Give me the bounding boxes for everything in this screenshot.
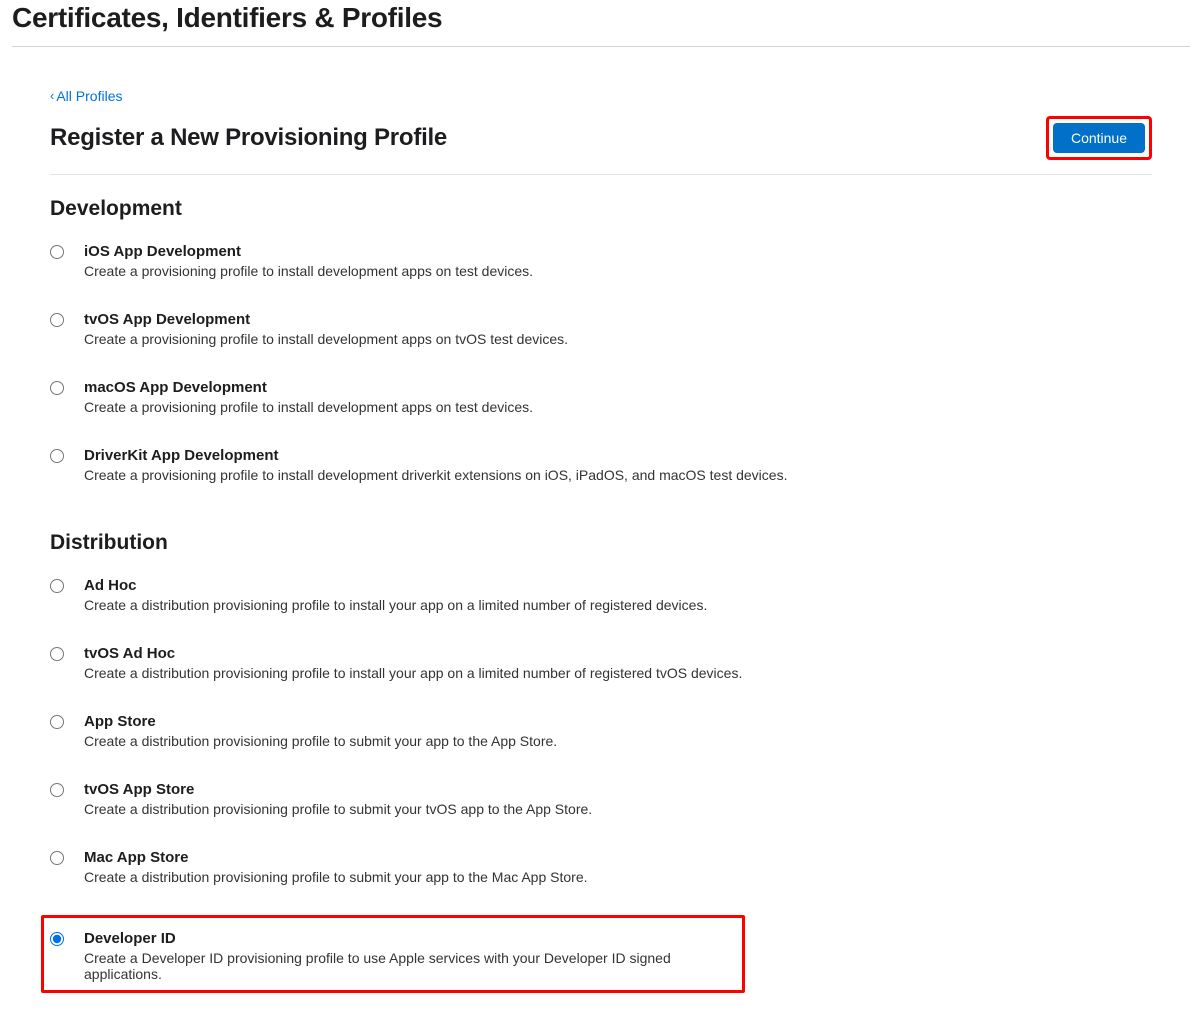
option-desc: Create a provisioning profile to install… [84,263,533,279]
option-ios-app-development[interactable]: iOS App Development Create a provisionin… [50,241,1152,281]
radio-tvos-ad-hoc[interactable] [50,647,64,661]
option-desc: Create a distribution provisioning profi… [84,801,592,817]
developer-id-highlight: Developer ID Create a Developer ID provi… [41,915,745,993]
page-title: Certificates, Identifiers & Profiles [12,2,1190,47]
option-desc: Create a provisioning profile to install… [84,399,533,415]
header-row: Register a New Provisioning Profile Cont… [50,116,1152,175]
option-desc: Create a distribution provisioning profi… [84,665,742,681]
radio-ad-hoc[interactable] [50,579,64,593]
option-title: Ad Hoc [84,577,707,594]
radio-driverkit-app-development[interactable] [50,449,64,463]
radio-tvos-app-store[interactable] [50,783,64,797]
option-ad-hoc[interactable]: Ad Hoc Create a distribution provisionin… [50,575,1152,615]
radio-developer-id[interactable] [50,932,64,946]
option-desc: Create a provisioning profile to install… [84,467,787,483]
radio-macos-app-development[interactable] [50,381,64,395]
option-desc: Create a Developer ID provisioning profi… [84,950,736,982]
option-title: tvOS App Development [84,311,568,328]
option-tvos-app-store[interactable]: tvOS App Store Create a distribution pro… [50,779,1152,819]
option-title: App Store [84,713,557,730]
option-tvos-ad-hoc[interactable]: tvOS Ad Hoc Create a distribution provis… [50,643,1152,683]
radio-mac-app-store[interactable] [50,851,64,865]
option-mac-app-store[interactable]: Mac App Store Create a distribution prov… [50,847,1152,887]
section-heading-development: Development [50,197,1152,221]
option-tvos-app-development[interactable]: tvOS App Development Create a provisioni… [50,309,1152,349]
back-all-profiles-link[interactable]: ‹ All Profiles [50,88,122,104]
continue-button[interactable]: Continue [1053,123,1145,153]
sub-title: Register a New Provisioning Profile [50,124,447,152]
section-heading-distribution: Distribution [50,531,1152,555]
option-title: Mac App Store [84,849,588,866]
option-desc: Create a distribution provisioning profi… [84,733,557,749]
option-title: iOS App Development [84,243,533,260]
option-desc: Create a provisioning profile to install… [84,331,568,347]
option-title: tvOS Ad Hoc [84,645,742,662]
radio-tvos-app-development[interactable] [50,313,64,327]
chevron-left-icon: ‹ [50,89,54,102]
option-app-store[interactable]: App Store Create a distribution provisio… [50,711,1152,751]
option-title: tvOS App Store [84,781,592,798]
option-title: DriverKit App Development [84,447,787,464]
option-developer-id[interactable]: Developer ID Create a Developer ID provi… [50,928,736,984]
option-macos-app-development[interactable]: macOS App Development Create a provision… [50,377,1152,417]
option-title: Developer ID [84,930,736,947]
radio-app-store[interactable] [50,715,64,729]
continue-highlight: Continue [1046,116,1152,160]
option-desc: Create a distribution provisioning profi… [84,869,588,885]
option-desc: Create a distribution provisioning profi… [84,597,707,613]
option-title: macOS App Development [84,379,533,396]
option-driverkit-app-development[interactable]: DriverKit App Development Create a provi… [50,445,1152,485]
back-link-label: All Profiles [56,88,122,104]
radio-ios-app-development[interactable] [50,245,64,259]
